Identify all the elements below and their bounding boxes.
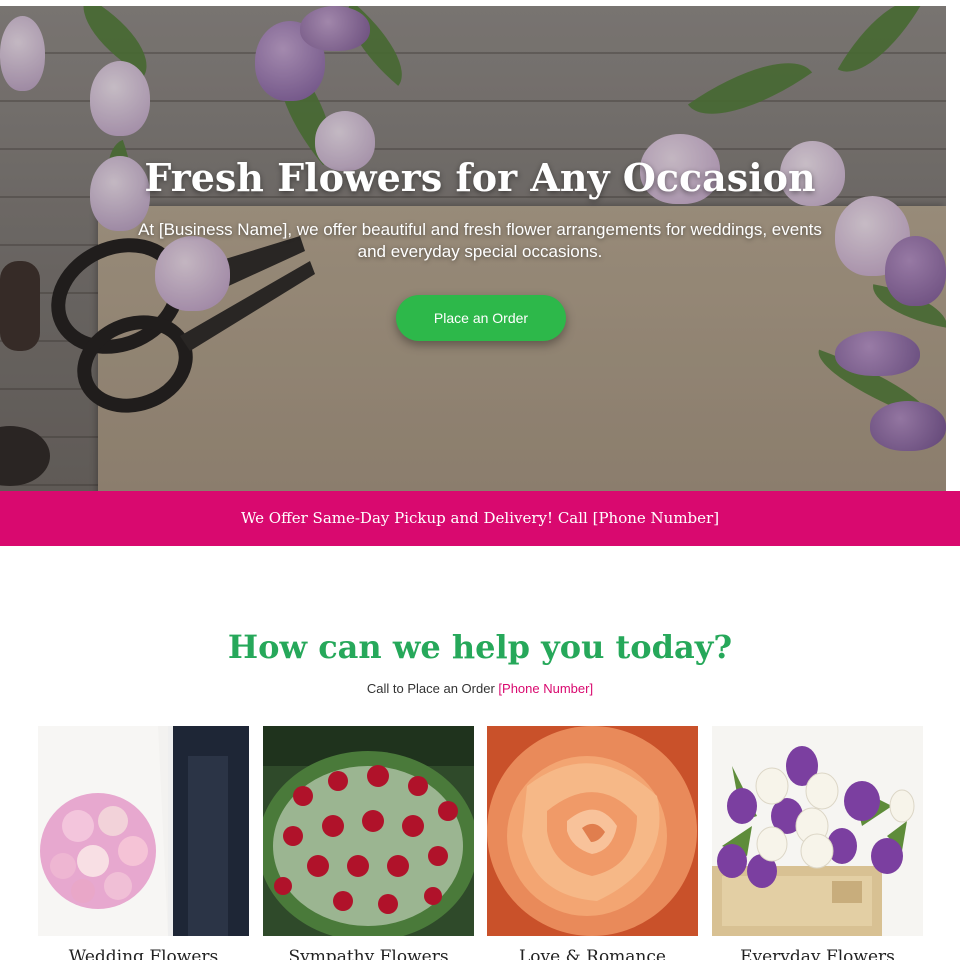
card-label: Love & Romance [519, 947, 666, 960]
red-roses-arrangement-image [263, 726, 474, 936]
category-card-wedding[interactable]: Wedding Flowers [38, 726, 249, 960]
card-label-container: Love & Romance [487, 946, 698, 960]
tulips-in-crate-image [712, 726, 923, 936]
delivery-banner: We Offer Same-Day Pickup and Delivery! C… [0, 491, 960, 546]
card-label: Everyday Flowers [740, 947, 895, 960]
bridal-bouquet-image [38, 726, 249, 936]
card-label-container: Everyday Flowers [712, 946, 923, 960]
category-card-everyday[interactable]: Everyday Flowers [712, 726, 923, 960]
card-label-container: Sympathy Flowers [263, 946, 474, 960]
hero-subtitle: At [Business Name], we offer beautiful a… [138, 220, 822, 261]
orange-rose-image [487, 726, 698, 936]
call-to-order-text: Call to Place an Order [366, 681, 495, 696]
card-label: Sympathy Flowers [288, 947, 449, 960]
card-label-container: Wedding Flowers [38, 946, 249, 960]
place-order-button[interactable]: Place an Order [396, 295, 566, 341]
section-title: How can we help you today? [227, 628, 733, 666]
card-label: Wedding Flowers [68, 947, 219, 960]
category-card-love-romance[interactable]: Love & Romance [487, 726, 698, 960]
call-to-order-line: Call to Place an Order [Phone Number] [0, 681, 960, 696]
hero-title: Fresh Flowers for Any Occasion [144, 155, 816, 200]
phone-number-link[interactable]: [Phone Number] [498, 681, 593, 696]
category-card-sympathy[interactable]: Sympathy Flowers [263, 726, 474, 960]
